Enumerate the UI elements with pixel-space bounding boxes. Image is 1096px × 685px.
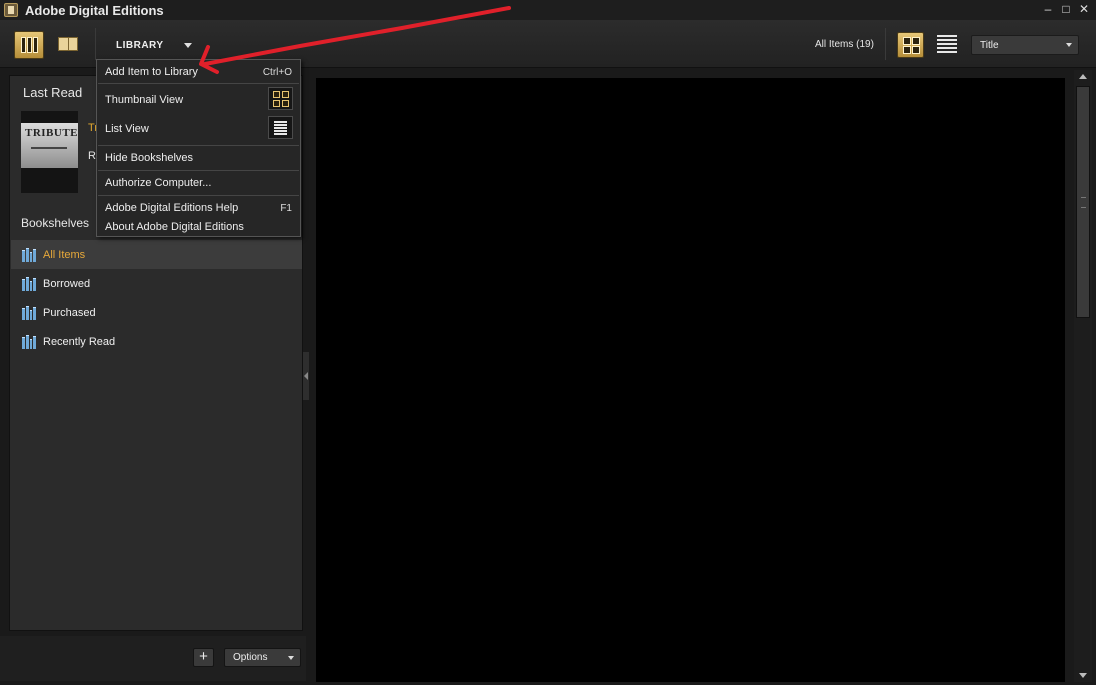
options-dropdown[interactable]: Options [224, 648, 301, 667]
scroll-up-icon[interactable] [1079, 74, 1087, 79]
menu-divider [98, 83, 299, 84]
app-icon [4, 3, 18, 17]
maximize-button[interactable]: □ [1060, 2, 1072, 16]
chevron-down-icon [288, 656, 294, 660]
options-label: Options [233, 652, 268, 663]
shelf-label: Purchased [43, 306, 96, 319]
open-book-icon [58, 37, 78, 51]
menu-item-authorize-computer[interactable]: Authorize Computer... [97, 173, 300, 194]
menu-item-label: Hide Bookshelves [105, 152, 194, 164]
panel-splitter[interactable] [303, 352, 309, 400]
library-menu-button[interactable]: LIBRARY [116, 40, 164, 51]
chevron-down-icon[interactable] [184, 43, 192, 48]
scroll-down-icon[interactable] [1079, 673, 1087, 678]
sort-dropdown[interactable]: Title [971, 35, 1079, 55]
toolbar-divider [95, 28, 96, 60]
toolbar-divider [885, 28, 886, 60]
menu-shortcut: Ctrl+O [262, 67, 292, 78]
window-controls: – □ ✕ [1042, 2, 1090, 16]
menu-item-label: Authorize Computer... [105, 177, 212, 189]
list-view-button[interactable] [937, 35, 957, 55]
bookshelf-list: All Items Borrowed Purchased Recently Re… [11, 240, 302, 356]
menu-item-add-item[interactable]: Add Item to Library Ctrl+O [97, 63, 300, 83]
shelf-label: All Items [43, 248, 86, 261]
shelf-item-purchased[interactable]: Purchased [11, 298, 302, 327]
close-button[interactable]: ✕ [1078, 2, 1090, 16]
sort-value: Title [980, 40, 999, 51]
reading-view-button[interactable] [55, 33, 81, 55]
menu-divider [98, 170, 299, 171]
shelf-label: Borrowed [43, 277, 91, 290]
menu-item-label: Add Item to Library [105, 66, 198, 78]
menu-item-hide-bookshelves[interactable]: Hide Bookshelves [97, 148, 300, 169]
bookshelf-icon [22, 305, 36, 320]
menu-item-label: Adobe Digital Editions Help [105, 202, 239, 214]
add-bookshelf-button[interactable]: + [193, 648, 214, 667]
last-read-header: Last Read [23, 85, 83, 100]
bookshelf-icon [20, 37, 26, 53]
library-menu: Add Item to Library Ctrl+O Thumbnail Vie… [96, 59, 301, 237]
menu-item-label: About Adobe Digital Editions [105, 221, 244, 233]
menu-divider [98, 145, 299, 146]
shelf-label: Recently Read [43, 335, 116, 348]
bookshelf-icon [22, 247, 36, 262]
shelf-item-borrowed[interactable]: Borrowed [11, 269, 302, 298]
bookshelves-header: Bookshelves [21, 216, 90, 230]
menu-item-about[interactable]: About Adobe Digital Editions [97, 218, 300, 237]
left-panel-footer: + Options [0, 636, 306, 681]
shelf-item-recently-read[interactable]: Recently Read [11, 327, 302, 356]
thumbnail-view-icon [268, 87, 293, 110]
cover-title: TRIBUTE [25, 127, 79, 139]
minimize-button[interactable]: – [1042, 2, 1054, 16]
library-view-button[interactable] [14, 31, 44, 59]
bookshelf-icon [22, 276, 36, 291]
scrollbar-thumb[interactable] [1076, 86, 1090, 318]
menu-shortcut: F1 [280, 203, 292, 214]
menu-item-label: Thumbnail View [105, 94, 184, 106]
menu-divider [98, 195, 299, 196]
menu-item-help[interactable]: Adobe Digital Editions Help F1 [97, 199, 300, 218]
library-content-area[interactable] [316, 78, 1065, 682]
chevron-down-icon [1066, 43, 1072, 47]
item-count-label: All Items (19) [815, 39, 874, 50]
window-title: Adobe Digital Editions [25, 2, 164, 18]
bookshelf-icon [22, 334, 36, 349]
list-view-icon [268, 116, 293, 139]
shelf-item-all-items[interactable]: All Items [11, 240, 302, 269]
thumbnail-view-button[interactable] [897, 32, 924, 58]
vertical-scrollbar[interactable] [1074, 70, 1092, 682]
title-bar: Adobe Digital Editions – □ ✕ [0, 0, 1096, 20]
book-cover[interactable]: TRIBUTE [21, 111, 78, 193]
menu-item-label: List View [105, 123, 149, 135]
